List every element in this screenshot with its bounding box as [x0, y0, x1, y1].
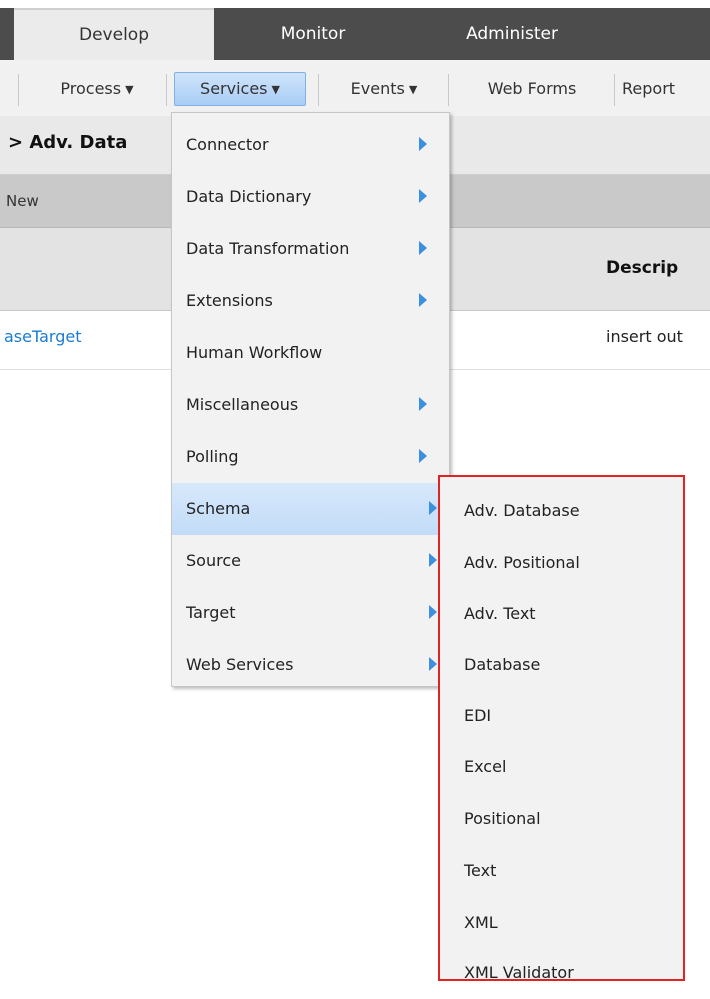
tab-administer[interactable]: Administer — [412, 8, 612, 60]
submenu-arrow-icon — [429, 657, 437, 671]
subnav-web-forms[interactable]: Web Forms — [458, 72, 606, 106]
subnav-process-label: Process — [60, 79, 122, 98]
menu-item-target[interactable]: Target — [172, 587, 449, 639]
submenu-arrow-icon — [429, 501, 437, 515]
submenu-arrow-icon — [419, 449, 427, 463]
menu-item-miscellaneous[interactable]: Miscellaneous — [172, 379, 449, 431]
submenu-arrow-icon — [429, 553, 437, 567]
tab-develop[interactable]: Develop — [14, 8, 214, 60]
row-name-link[interactable]: aseTarget — [4, 327, 81, 346]
submenu-item-edi[interactable]: EDI — [440, 690, 683, 742]
submenu-arrow-icon — [419, 241, 427, 255]
menu-item-data-dictionary[interactable]: Data Dictionary — [172, 171, 449, 223]
menu-item-label: Data Transformation — [186, 239, 350, 258]
caret-down-icon: ▼ — [271, 83, 280, 96]
subnav-divider — [614, 74, 615, 106]
menu-item-label: Web Services — [186, 655, 294, 674]
tab-monitor[interactable]: Monitor — [218, 8, 408, 60]
subnav-process[interactable]: Process ▼ — [32, 72, 162, 106]
submenu-item-xml-validator[interactable]: XML Validator — [440, 947, 683, 999]
caret-down-icon: ▼ — [408, 83, 418, 96]
breadcrumb: > Adv. Data — [8, 132, 128, 153]
submenu-arrow-icon — [429, 605, 437, 619]
submenu-item-database[interactable]: Database — [440, 639, 683, 691]
subnav-events[interactable]: Events ▼ — [326, 72, 442, 106]
column-header-description[interactable]: Descrip — [606, 258, 678, 278]
submenu-arrow-icon — [419, 293, 427, 307]
submenu-arrow-icon — [419, 397, 427, 411]
subnav-divider — [318, 74, 319, 106]
menu-item-data-transformation[interactable]: Data Transformation — [172, 223, 449, 275]
new-button[interactable]: New — [6, 192, 39, 210]
services-dropdown-menu: Connector Data Dictionary Data Transform… — [171, 112, 450, 687]
menu-item-label: Target — [186, 603, 236, 622]
subnav-divider — [18, 74, 19, 106]
menu-item-label: Extensions — [186, 291, 273, 310]
menu-item-label: Connector — [186, 135, 269, 154]
top-tab-bar: Develop Monitor Administer — [0, 0, 710, 60]
menu-item-extensions[interactable]: Extensions — [172, 275, 449, 327]
submenu-item-positional[interactable]: Positional — [440, 793, 683, 845]
menu-item-label: Human Workflow — [186, 343, 323, 362]
subnav-web-forms-label: Web Forms — [487, 79, 577, 98]
menu-item-web-services[interactable]: Web Services — [172, 639, 449, 691]
subnav-divider — [448, 74, 449, 106]
submenu-item-excel[interactable]: Excel — [440, 741, 683, 793]
schema-submenu: Adv. Database Adv. Positional Adv. Text … — [438, 475, 685, 982]
row-description: insert out — [606, 327, 683, 346]
sub-nav: Process ▼ Services ▼ Events ▼ Web Forms Rep… — [0, 60, 710, 117]
subnav-events-label: Events — [350, 79, 405, 98]
submenu-item-adv-text[interactable]: Adv. Text — [440, 588, 683, 640]
subnav-services[interactable]: Services ▼ — [174, 72, 306, 106]
menu-item-label: Miscellaneous — [186, 395, 299, 414]
submenu-item-adv-positional[interactable]: Adv. Positional — [440, 537, 683, 589]
subnav-divider — [166, 74, 167, 106]
submenu-arrow-icon — [419, 137, 427, 151]
caret-down-icon: ▼ — [125, 83, 134, 96]
submenu-item-xml[interactable]: XML — [440, 897, 683, 949]
submenu-item-text[interactable]: Text — [440, 845, 683, 897]
subnav-reports-label: Report — [622, 79, 676, 98]
menu-item-schema[interactable]: Schema — [172, 483, 449, 535]
menu-item-label: Source — [186, 551, 241, 570]
menu-item-human-workflow[interactable]: Human Workflow — [172, 327, 449, 379]
submenu-item-adv-database[interactable]: Adv. Database — [440, 485, 683, 537]
menu-item-label: Polling — [186, 447, 239, 466]
menu-item-polling[interactable]: Polling — [172, 431, 449, 483]
submenu-arrow-icon — [419, 189, 427, 203]
menu-item-source[interactable]: Source — [172, 535, 449, 587]
subnav-reports[interactable]: Report — [622, 72, 710, 106]
subnav-services-label: Services — [200, 79, 268, 98]
menu-item-label: Data Dictionary — [186, 187, 312, 206]
menu-item-label: Schema — [186, 499, 251, 518]
menu-item-connector[interactable]: Connector — [172, 119, 449, 171]
